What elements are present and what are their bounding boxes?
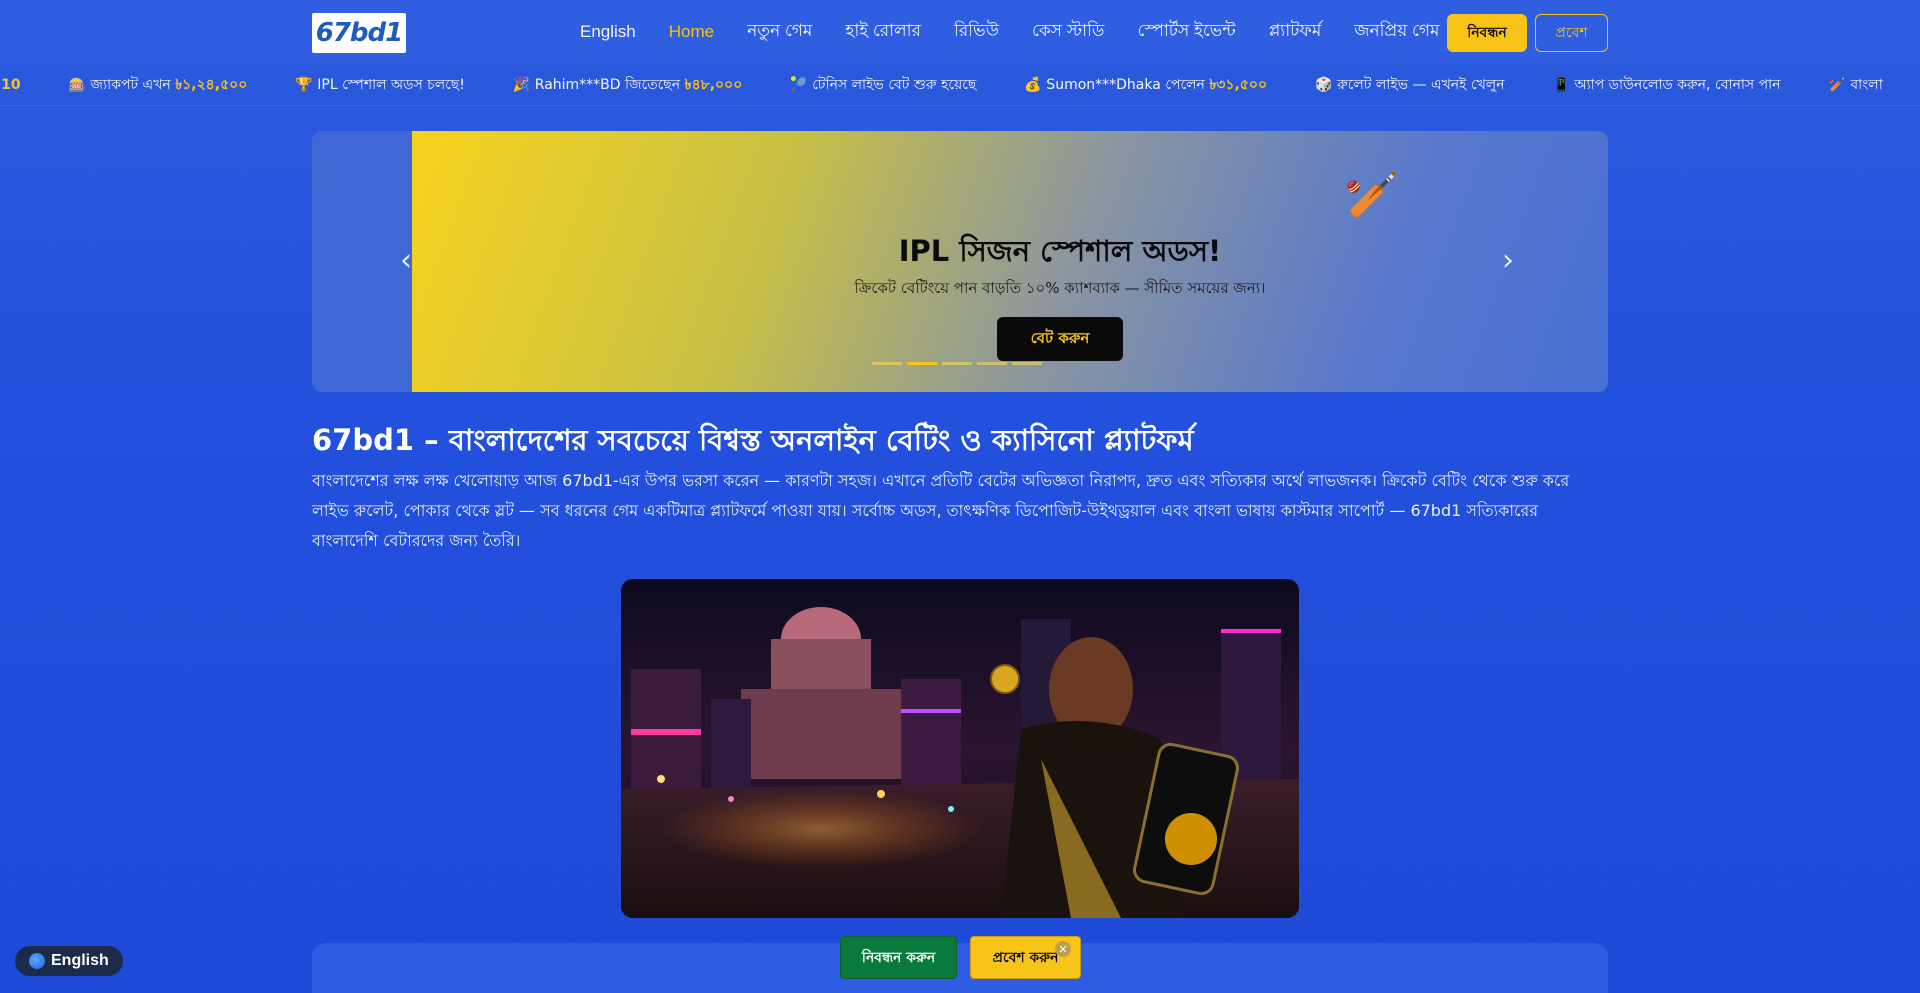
nav-platform[interactable]: প্ল্যাটফর্ম	[1269, 18, 1322, 46]
prev-slide-icon[interactable]: ‹	[400, 246, 424, 276]
globe-icon	[29, 953, 45, 969]
hero-title: IPL সিজন স্পেশাল অডস!	[898, 234, 1222, 268]
ticker-amount: ৳১,২৪,৫০০	[175, 77, 248, 93]
language-label: English	[51, 952, 109, 969]
site-header: 67bd1 English Home নতুন গেম হাই রোলার রি…	[0, 0, 1920, 64]
nav-review[interactable]: রিভিউ	[954, 18, 999, 46]
cricket-icon: 🏏	[1344, 170, 1400, 221]
ticker-amount: ৳৪৮,০০০	[684, 77, 743, 93]
ticker-item: 🎾 টেনিস লাইভ বেট শুরু হয়েছে	[790, 73, 976, 97]
login-button[interactable]: প্রবেশ	[1535, 14, 1608, 52]
ticker-amount: ৳৩১,৫০০	[1209, 77, 1268, 93]
floating-register-button[interactable]: নিবন্ধন করুন	[840, 936, 957, 979]
page-description: বাংলাদেশের লক্ষ লক্ষ খেলোয়াড় আজ 67bd1-…	[312, 471, 1570, 550]
nav-english[interactable]: English	[580, 22, 636, 42]
ticker-item: 🎉 Rahim***BD জিতেছেন ৳৪৮,০০০	[513, 73, 742, 97]
slide-dot[interactable]	[942, 362, 972, 365]
nav-home[interactable]: Home	[669, 22, 714, 42]
bet-now-button[interactable]: বেট করুন	[997, 317, 1123, 361]
ticker-item: 💰 Sumon***Dhaka পেলেন ৳৩১,৫০০	[1024, 73, 1267, 97]
ticker-text: 🏆 IPL স্পেশাল অডস চলছে!	[295, 77, 465, 93]
news-ticker: টি 2.10 🎰 জ্যাকপট এখন ৳১,২৪,৫০০ 🏆 IPL স্পে…	[0, 64, 1920, 106]
ticker-item: 🎰 জ্যাকপট এখন ৳১,২৪,৫০০	[69, 73, 248, 97]
slide-dot[interactable]	[977, 362, 1007, 365]
ticker-amount: 2.10	[0, 77, 21, 93]
ticker-item: 🏏 বাংলা	[1829, 73, 1883, 97]
hero-slider: 🏏 IPL সিজন স্পেশাল অডস! ক্রিকেট বেটিংয়ে…	[312, 131, 1608, 392]
nav-case-study[interactable]: কেস স্টাডি	[1032, 18, 1104, 46]
ticker-text: 🎉 Rahim***BD জিতেছেন	[512, 77, 685, 93]
language-switcher[interactable]: English	[15, 946, 123, 976]
next-slide-icon[interactable]: ›	[1502, 246, 1526, 276]
ticker-text: 🎾 টেনিস লাইভ বেট শুরু হয়েছে	[790, 77, 977, 93]
slide-dot[interactable]	[872, 362, 902, 365]
ticker-text: 🏏 বাংলা	[1828, 77, 1883, 93]
ticker-item: 🏆 IPL স্পেশাল অডস চলছে!	[295, 73, 465, 97]
ticker-text: 🎲 রুলেট লাইভ — এখনই খেলুন	[1315, 77, 1505, 93]
ticker-item: 📱 অ্যাপ ডাউনলোড করুন, বোনাস পান	[1553, 73, 1781, 97]
nav-sports-events[interactable]: স্পোর্টস ইভেন্ট	[1137, 18, 1235, 46]
main-nav: English Home নতুন গেম হাই রোলার রিভিউ কে…	[580, 0, 1472, 64]
nav-popular-games[interactable]: জনপ্রিয় গেম	[1354, 18, 1439, 46]
page-title: 67bd1 – বাংলাদেশের সবচেয়ে বিশ্বস্ত অনলা…	[312, 423, 1194, 457]
ticker-track: টি 2.10 🎰 জ্যাকপট এখন ৳১,২৪,৫০০ 🏆 IPL স্পে…	[0, 64, 1920, 105]
content-panel	[312, 943, 1608, 993]
night-city-casino-illustration	[621, 579, 1299, 918]
feature-image	[621, 579, 1299, 918]
register-button[interactable]: নিবন্ধন	[1447, 14, 1527, 52]
ticker-text: 💰 Sumon***Dhaka পেলেন	[1024, 77, 1210, 93]
close-icon[interactable]: ✕	[1055, 941, 1071, 957]
logo[interactable]: 67bd1	[312, 13, 406, 53]
nav-new-games[interactable]: নতুন গেম	[747, 18, 812, 46]
ticker-item: 🎲 রুলেট লাইভ — এখনই খেলুন	[1315, 73, 1504, 97]
slide-dot[interactable]	[907, 362, 937, 365]
ticker-text: 📱 অ্যাপ ডাউনলোড করুন, বোনাস পান	[1552, 77, 1781, 93]
ticker-text: 🎰 জ্যাকপট এখন	[68, 77, 176, 93]
nav-high-roller[interactable]: হাই রোলার	[845, 18, 921, 46]
ticker-item: টি 2.10	[0, 73, 21, 97]
slide-dot[interactable]	[1012, 362, 1042, 365]
hero-subtitle: ক্রিকেট বেটিংয়ে পান বাড়তি ১০% ক্যাশব্য…	[854, 279, 1266, 297]
slide-indicators	[872, 362, 1042, 365]
